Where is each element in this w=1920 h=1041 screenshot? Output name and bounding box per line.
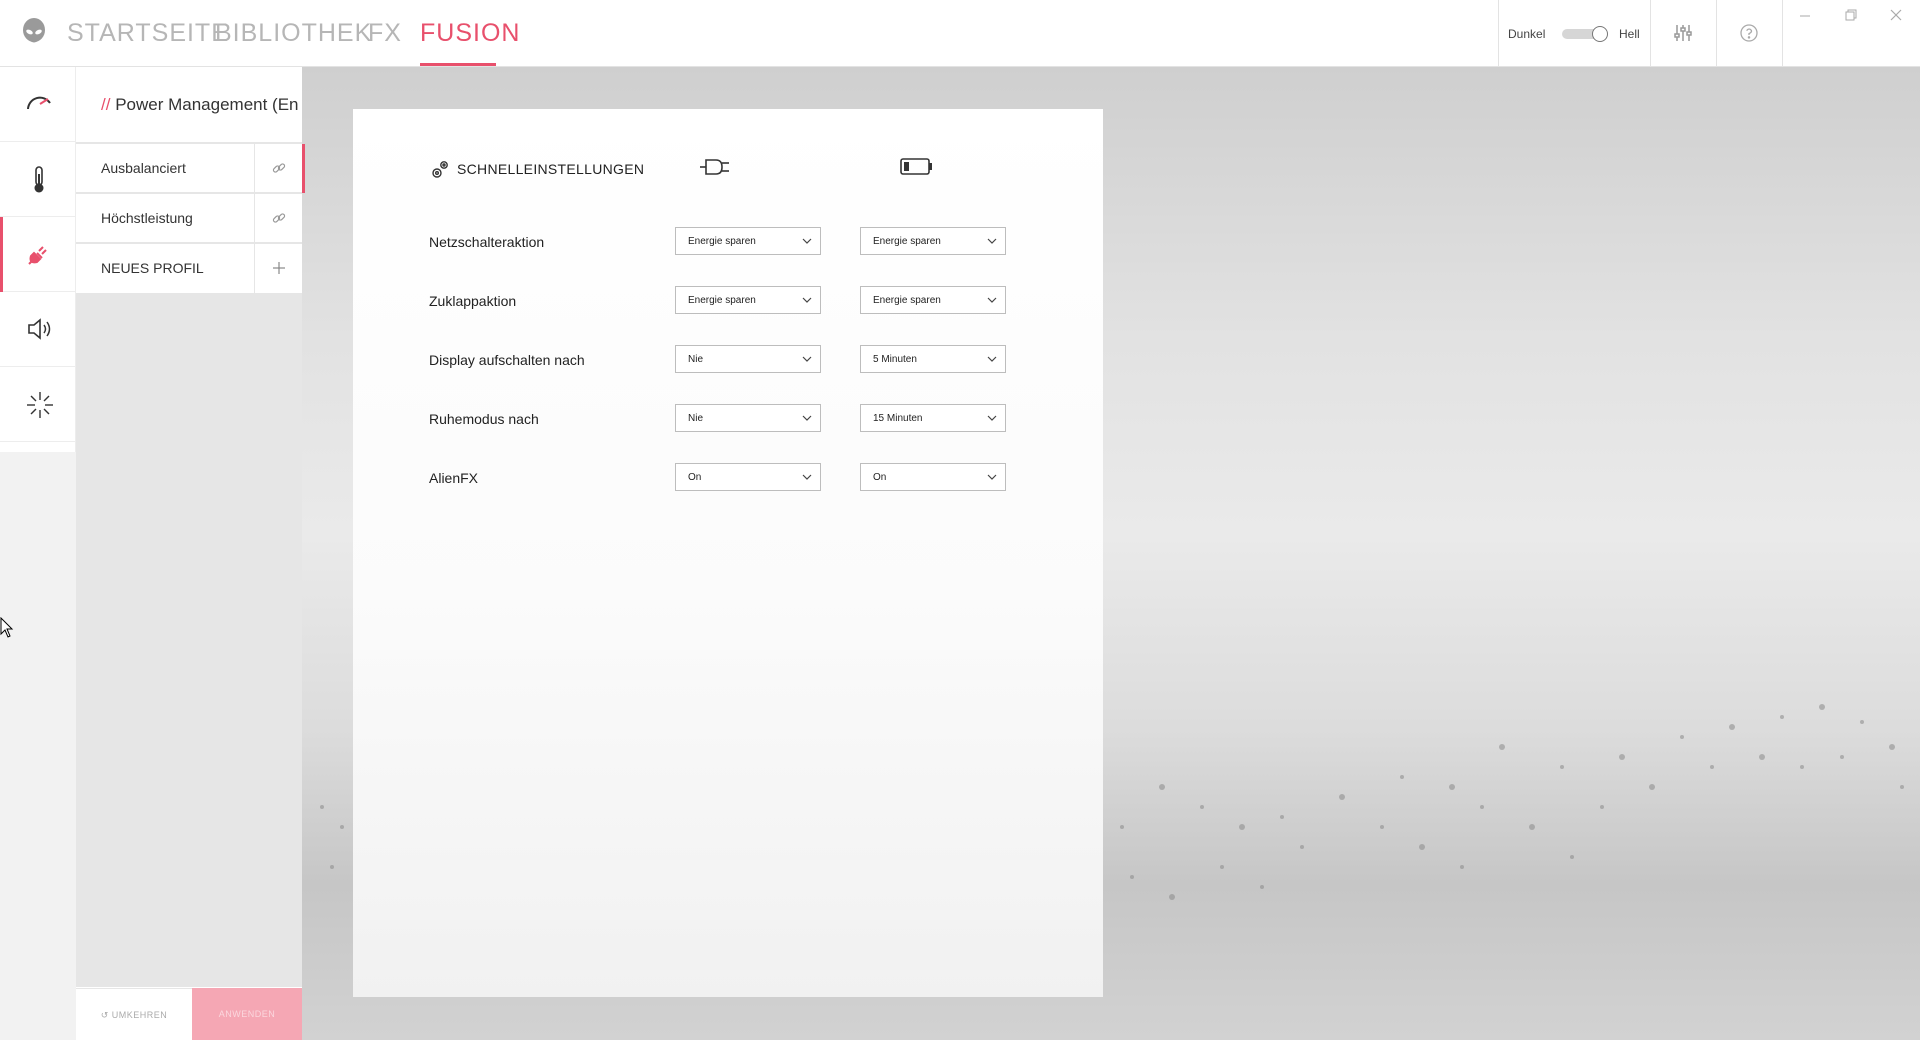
setting-label: Ruhemodus nach	[429, 411, 539, 427]
restore-icon[interactable]	[1844, 8, 1858, 22]
dropdown-value: Energie sparen	[688, 295, 756, 306]
speaker-icon	[28, 318, 51, 340]
dropdown-zuklapp-ac[interactable]: Energie sparen	[675, 286, 821, 314]
chevron-down-icon	[802, 415, 812, 421]
profile-link-button[interactable]	[254, 194, 302, 243]
dropdown-display-battery[interactable]: 5 Minuten	[860, 345, 1006, 373]
tab-startseite[interactable]: STARTSEITE	[67, 18, 229, 48]
chevron-down-icon	[987, 297, 997, 303]
dropdown-netzschalter-ac[interactable]: Energie sparen	[675, 227, 821, 255]
card-title: SCHNELLEINSTELLUNGEN	[457, 161, 645, 177]
rail-item-lighting[interactable]	[0, 367, 76, 442]
alien-logo-icon[interactable]	[20, 17, 48, 49]
tab-fusion[interactable]: FUSION	[420, 18, 520, 48]
profile-header: // Power Management (En	[76, 67, 302, 142]
dropdown-value: Energie sparen	[873, 236, 941, 247]
dropdown-zuklapp-battery[interactable]: Energie sparen	[860, 286, 1006, 314]
setting-label: Display aufschalten nach	[429, 352, 585, 368]
dropdown-value: 15 Minuten	[873, 413, 923, 424]
add-profile-button[interactable]	[254, 244, 302, 294]
dropdown-value: Energie sparen	[688, 236, 756, 247]
active-tab-indicator	[420, 63, 496, 66]
profile-item-label: Höchstleistung	[101, 210, 193, 226]
dropdown-value: 5 Minuten	[873, 354, 917, 365]
theme-dark-label: Dunkel	[1508, 27, 1546, 41]
quick-settings-card: SCHNELLEINSTELLUNGEN Netzschalteraktion …	[353, 109, 1103, 997]
profile-item-label: Ausbalanciert	[101, 160, 186, 176]
dropdown-value: Energie sparen	[873, 295, 941, 306]
profile-item-ausbalanciert[interactable]: Ausbalanciert	[76, 143, 302, 193]
dropdown-alienfx-ac[interactable]: On	[675, 463, 821, 491]
chevron-down-icon	[802, 474, 812, 480]
close-icon[interactable]	[1889, 8, 1903, 22]
gauge-icon	[27, 96, 51, 110]
divider	[1782, 0, 1783, 66]
rail-empty-area	[0, 452, 76, 1040]
dropdown-ruhemodus-battery[interactable]: 15 Minuten	[860, 404, 1006, 432]
dropdown-value: Nie	[688, 413, 704, 424]
chevron-down-icon	[987, 356, 997, 362]
top-bar: STARTSEITE BIBLIOTHEK FX FUSION Dunkel H…	[0, 0, 1920, 67]
theme-light-label: Hell	[1619, 27, 1640, 41]
dropdown-value: On	[688, 472, 702, 483]
plus-icon	[273, 262, 285, 274]
rail-item-thermal[interactable]	[0, 142, 76, 217]
power-plug-icon	[28, 246, 47, 265]
gears-icon	[432, 161, 448, 178]
left-rail	[0, 67, 76, 452]
chevron-down-icon	[987, 474, 997, 480]
theme-toggle[interactable]	[1562, 26, 1608, 42]
tab-fx[interactable]: FX	[368, 18, 402, 48]
panel-title-text: Power Management (En	[115, 95, 299, 114]
light-burst-icon	[27, 392, 53, 418]
link-icon	[272, 213, 286, 223]
rail-item-performance[interactable]	[0, 67, 76, 142]
rail-item-power[interactable]	[0, 217, 76, 292]
thermometer-icon	[34, 166, 44, 193]
dropdown-netzschalter-battery[interactable]: Energie sparen	[860, 227, 1006, 255]
profile-item-new[interactable]: NEUES PROFIL	[76, 243, 302, 294]
dropdown-value: Nie	[688, 354, 704, 365]
setting-label: Zuklappaktion	[429, 293, 517, 309]
apply-button[interactable]: ANWENDEN	[192, 988, 302, 1040]
dropdown-display-ac[interactable]: Nie	[675, 345, 821, 373]
divider	[1650, 0, 1651, 66]
chevron-down-icon	[802, 238, 812, 244]
power-plug-icon	[700, 159, 729, 175]
revert-button[interactable]: ↺ UMKEHREN	[76, 988, 192, 1040]
chevron-down-icon	[987, 415, 997, 421]
panel-title: // Power Management (En	[101, 95, 299, 115]
tab-bibliothek[interactable]: BIBLIOTHEK	[215, 18, 372, 48]
chevron-down-icon	[802, 356, 812, 362]
mouse-cursor-icon	[0, 617, 14, 638]
help-icon[interactable]	[1738, 22, 1760, 44]
profile-panel: // Power Management (En Ausbalanciert Hö…	[76, 67, 302, 987]
title-prefix: //	[101, 95, 111, 114]
divider	[1716, 0, 1717, 66]
chevron-down-icon	[987, 238, 997, 244]
battery-icon	[900, 158, 932, 175]
dropdown-ruhemodus-ac[interactable]: Nie	[675, 404, 821, 432]
link-icon	[272, 163, 286, 173]
active-profile-indicator	[302, 144, 305, 193]
dropdown-value: On	[873, 472, 887, 483]
profile-actions: ↺ UMKEHREN ANWENDEN	[76, 988, 302, 1040]
setting-label: AlienFX	[429, 470, 479, 486]
profile-item-hoechstleistung[interactable]: Höchstleistung	[76, 193, 302, 243]
divider	[1498, 0, 1499, 66]
rail-item-audio[interactable]	[0, 292, 76, 367]
sliders-icon[interactable]	[1672, 22, 1694, 44]
setting-label: Netzschalteraktion	[429, 234, 545, 250]
minimize-icon[interactable]	[1798, 8, 1812, 22]
profile-link-button[interactable]	[254, 144, 302, 193]
chevron-down-icon	[802, 297, 812, 303]
dropdown-alienfx-battery[interactable]: On	[860, 463, 1006, 491]
profile-item-label: NEUES PROFIL	[101, 260, 204, 276]
